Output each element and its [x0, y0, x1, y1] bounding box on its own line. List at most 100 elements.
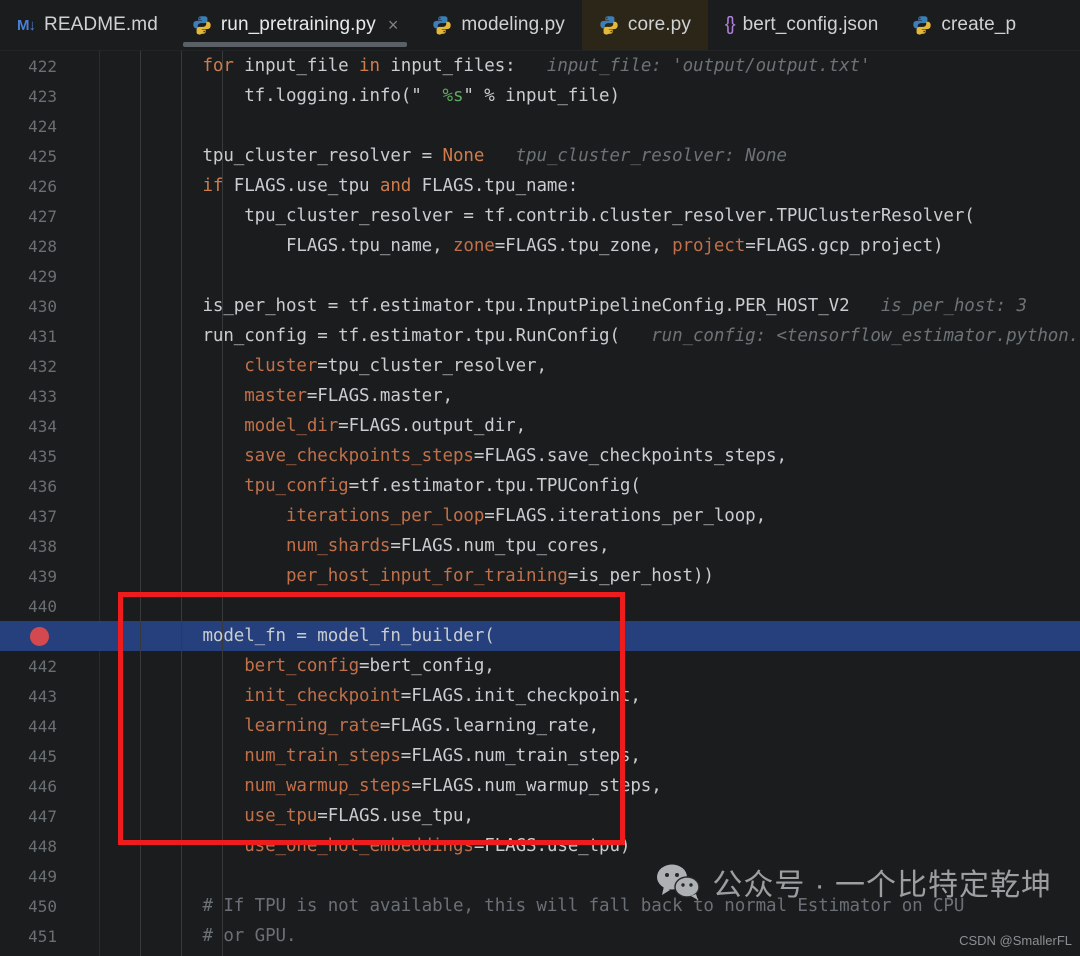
code-token: %s	[442, 86, 464, 106]
code-text: for input_file in input_files: input_fil…	[78, 56, 1080, 76]
line-number: 447	[28, 806, 57, 826]
line-number: 448	[28, 836, 57, 856]
breakpoint-icon[interactable]	[0, 626, 78, 646]
code-token: =tpu_cluster_resolver,	[317, 356, 547, 376]
code-line-439[interactable]: 439 per_host_input_for_training=is_per_h…	[0, 561, 1080, 591]
code-line-435[interactable]: 435 save_checkpoints_steps=FLAGS.save_ch…	[0, 441, 1080, 471]
code-editor-pane[interactable]: 422 for input_file in input_files: input…	[0, 51, 1080, 956]
code-token: FLAGS.tpu_name,	[119, 236, 453, 256]
code-line-434[interactable]: 434 model_dir=FLAGS.output_dir,	[0, 411, 1080, 441]
code-text: tpu_cluster_resolver = tf.contrib.cluste…	[78, 206, 1080, 226]
line-number: 431	[28, 326, 57, 346]
code-line-437[interactable]: 437 iterations_per_loop=FLAGS.iterations…	[0, 501, 1080, 531]
code-line-444[interactable]: 444 learning_rate=FLAGS.learning_rate,	[0, 711, 1080, 741]
code-line-442[interactable]: 442 bert_config=bert_config,	[0, 651, 1080, 681]
tab-readme-md[interactable]: M↓ README.md	[0, 0, 175, 50]
tab-label: create_p	[941, 14, 1017, 35]
tab-run-pretraining-py[interactable]: run_pretraining.py ×	[174, 0, 416, 50]
code-token: =FLAGS.master,	[306, 386, 453, 406]
comment-token: # or GPU.	[119, 926, 297, 946]
line-number: 440	[28, 596, 57, 616]
tab-close-icon[interactable]: ×	[388, 16, 399, 34]
code-token: None	[442, 146, 485, 166]
line-number: 429	[28, 266, 57, 286]
code-token: num_warmup_steps	[244, 776, 412, 796]
code-token: if	[202, 176, 224, 196]
tab-label: core.py	[627, 14, 691, 35]
line-number: 422	[28, 56, 57, 76]
python-icon	[432, 15, 452, 35]
code-text: num_warmup_steps=FLAGS.num_warmup_steps,	[78, 776, 1080, 796]
code-line-428[interactable]: 428 FLAGS.tpu_name, zone=FLAGS.tpu_zone,…	[0, 231, 1080, 261]
code-token: num_train_steps	[244, 746, 401, 766]
code-text: model_fn = model_fn_builder(	[78, 626, 1080, 646]
wechat-icon	[656, 864, 701, 900]
code-text: is_per_host = tf.estimator.tpu.InputPipe…	[78, 296, 1080, 316]
code-token: model_dir	[244, 416, 339, 436]
code-text: save_checkpoints_steps=FLAGS.save_checkp…	[78, 446, 1080, 466]
code-line-443[interactable]: 443 init_checkpoint=FLAGS.init_checkpoin…	[0, 681, 1080, 711]
code-line-445[interactable]: 445 num_train_steps=FLAGS.num_train_step…	[0, 741, 1080, 771]
code-line-433[interactable]: 433 master=FLAGS.master,	[0, 381, 1080, 411]
code-token: =FLAGS.num_train_steps,	[400, 746, 641, 766]
tab-bert-config-json[interactable]: {} bert_config.json	[708, 0, 895, 50]
code-token: =FLAGS.num_tpu_cores,	[390, 536, 610, 556]
code-token: save_checkpoints_steps	[244, 446, 474, 466]
code-token: and	[379, 176, 412, 196]
code-line-429[interactable]: 429	[0, 261, 1080, 291]
code-line-430[interactable]: 430 is_per_host = tf.estimator.tpu.Input…	[0, 291, 1080, 321]
code-token: model_fn = model_fn_builder(	[119, 626, 495, 646]
python-icon	[192, 15, 212, 35]
code-token: tpu_config	[244, 476, 349, 496]
code-line-426[interactable]: 426 if FLAGS.use_tpu and FLAGS.tpu_name:	[0, 171, 1080, 201]
code-token: tf.logging.info("	[119, 86, 443, 106]
markdown-icon: M↓	[17, 16, 36, 34]
code-text: use_one_hot_embeddings=FLAGS.use_tpu)	[78, 836, 1080, 856]
code-line-440[interactable]: 440	[0, 591, 1080, 621]
code-line-446[interactable]: 446 num_warmup_steps=FLAGS.num_warmup_st…	[0, 771, 1080, 801]
line-number: 439	[28, 566, 57, 586]
code-text: tpu_cluster_resolver = None tpu_cluster_…	[78, 146, 1080, 166]
tab-label: README.md	[44, 14, 158, 35]
code-line-452[interactable]: 452 estimator = tf.estimator.tpu.TPUEsti…	[0, 951, 1080, 956]
code-line-441[interactable]: model_fn = model_fn_builder(	[0, 621, 1080, 651]
code-token: =FLAGS.iterations_per_loop,	[484, 506, 767, 526]
code-line-451[interactable]: 451 # or GPU.	[0, 921, 1080, 951]
code-line-423[interactable]: 423 tf.logging.info(" %s" % input_file)	[0, 81, 1080, 111]
code-line-438[interactable]: 438 num_shards=FLAGS.num_tpu_cores,	[0, 531, 1080, 561]
code-line-432[interactable]: 432 cluster=tpu_cluster_resolver,	[0, 351, 1080, 381]
code-token: FLAGS.tpu_name:	[411, 176, 579, 196]
tab-modeling-py[interactable]: modeling.py	[415, 0, 582, 50]
line-number: 435	[28, 446, 57, 466]
code-line-448[interactable]: 448 use_one_hot_embeddings=FLAGS.use_tpu…	[0, 831, 1080, 861]
code-token: tpu_cluster_resolver = tf.contrib.cluste…	[119, 206, 975, 226]
code-token: =FLAGS.save_checkpoints_steps,	[473, 446, 787, 466]
inlay-hint: tpu_cluster_resolver: None	[484, 146, 787, 166]
python-icon	[912, 15, 932, 35]
code-token: learning_rate	[244, 716, 380, 736]
code-text: # or GPU.	[78, 926, 1080, 946]
tab-create-p[interactable]: create_p	[895, 0, 1033, 50]
tab-core-py[interactable]: core.py	[581, 0, 708, 50]
code-text: use_tpu=FLAGS.use_tpu,	[78, 806, 1080, 826]
tab-label: bert_config.json	[742, 14, 879, 35]
code-line-427[interactable]: 427 tpu_cluster_resolver = tf.contrib.cl…	[0, 201, 1080, 231]
code-line-447[interactable]: 447 use_tpu=FLAGS.use_tpu,	[0, 801, 1080, 831]
code-line-425[interactable]: 425 tpu_cluster_resolver = None tpu_clus…	[0, 141, 1080, 171]
code-token: cluster	[244, 356, 318, 376]
code-line-431[interactable]: 431 run_config = tf.estimator.tpu.RunCon…	[0, 321, 1080, 351]
line-number: 437	[28, 506, 57, 526]
code-line-424[interactable]: 424	[0, 111, 1080, 141]
code-line-436[interactable]: 436 tpu_config=tf.estimator.tpu.TPUConfi…	[0, 471, 1080, 501]
line-number: 449	[28, 866, 57, 886]
code-text: run_config = tf.estimator.tpu.RunConfig(…	[78, 326, 1080, 346]
line-number: 445	[28, 746, 57, 766]
code-line-422[interactable]: 422 for input_file in input_files: input…	[0, 51, 1080, 81]
code-token: =is_per_host))	[567, 566, 714, 586]
line-number: 442	[28, 656, 57, 676]
